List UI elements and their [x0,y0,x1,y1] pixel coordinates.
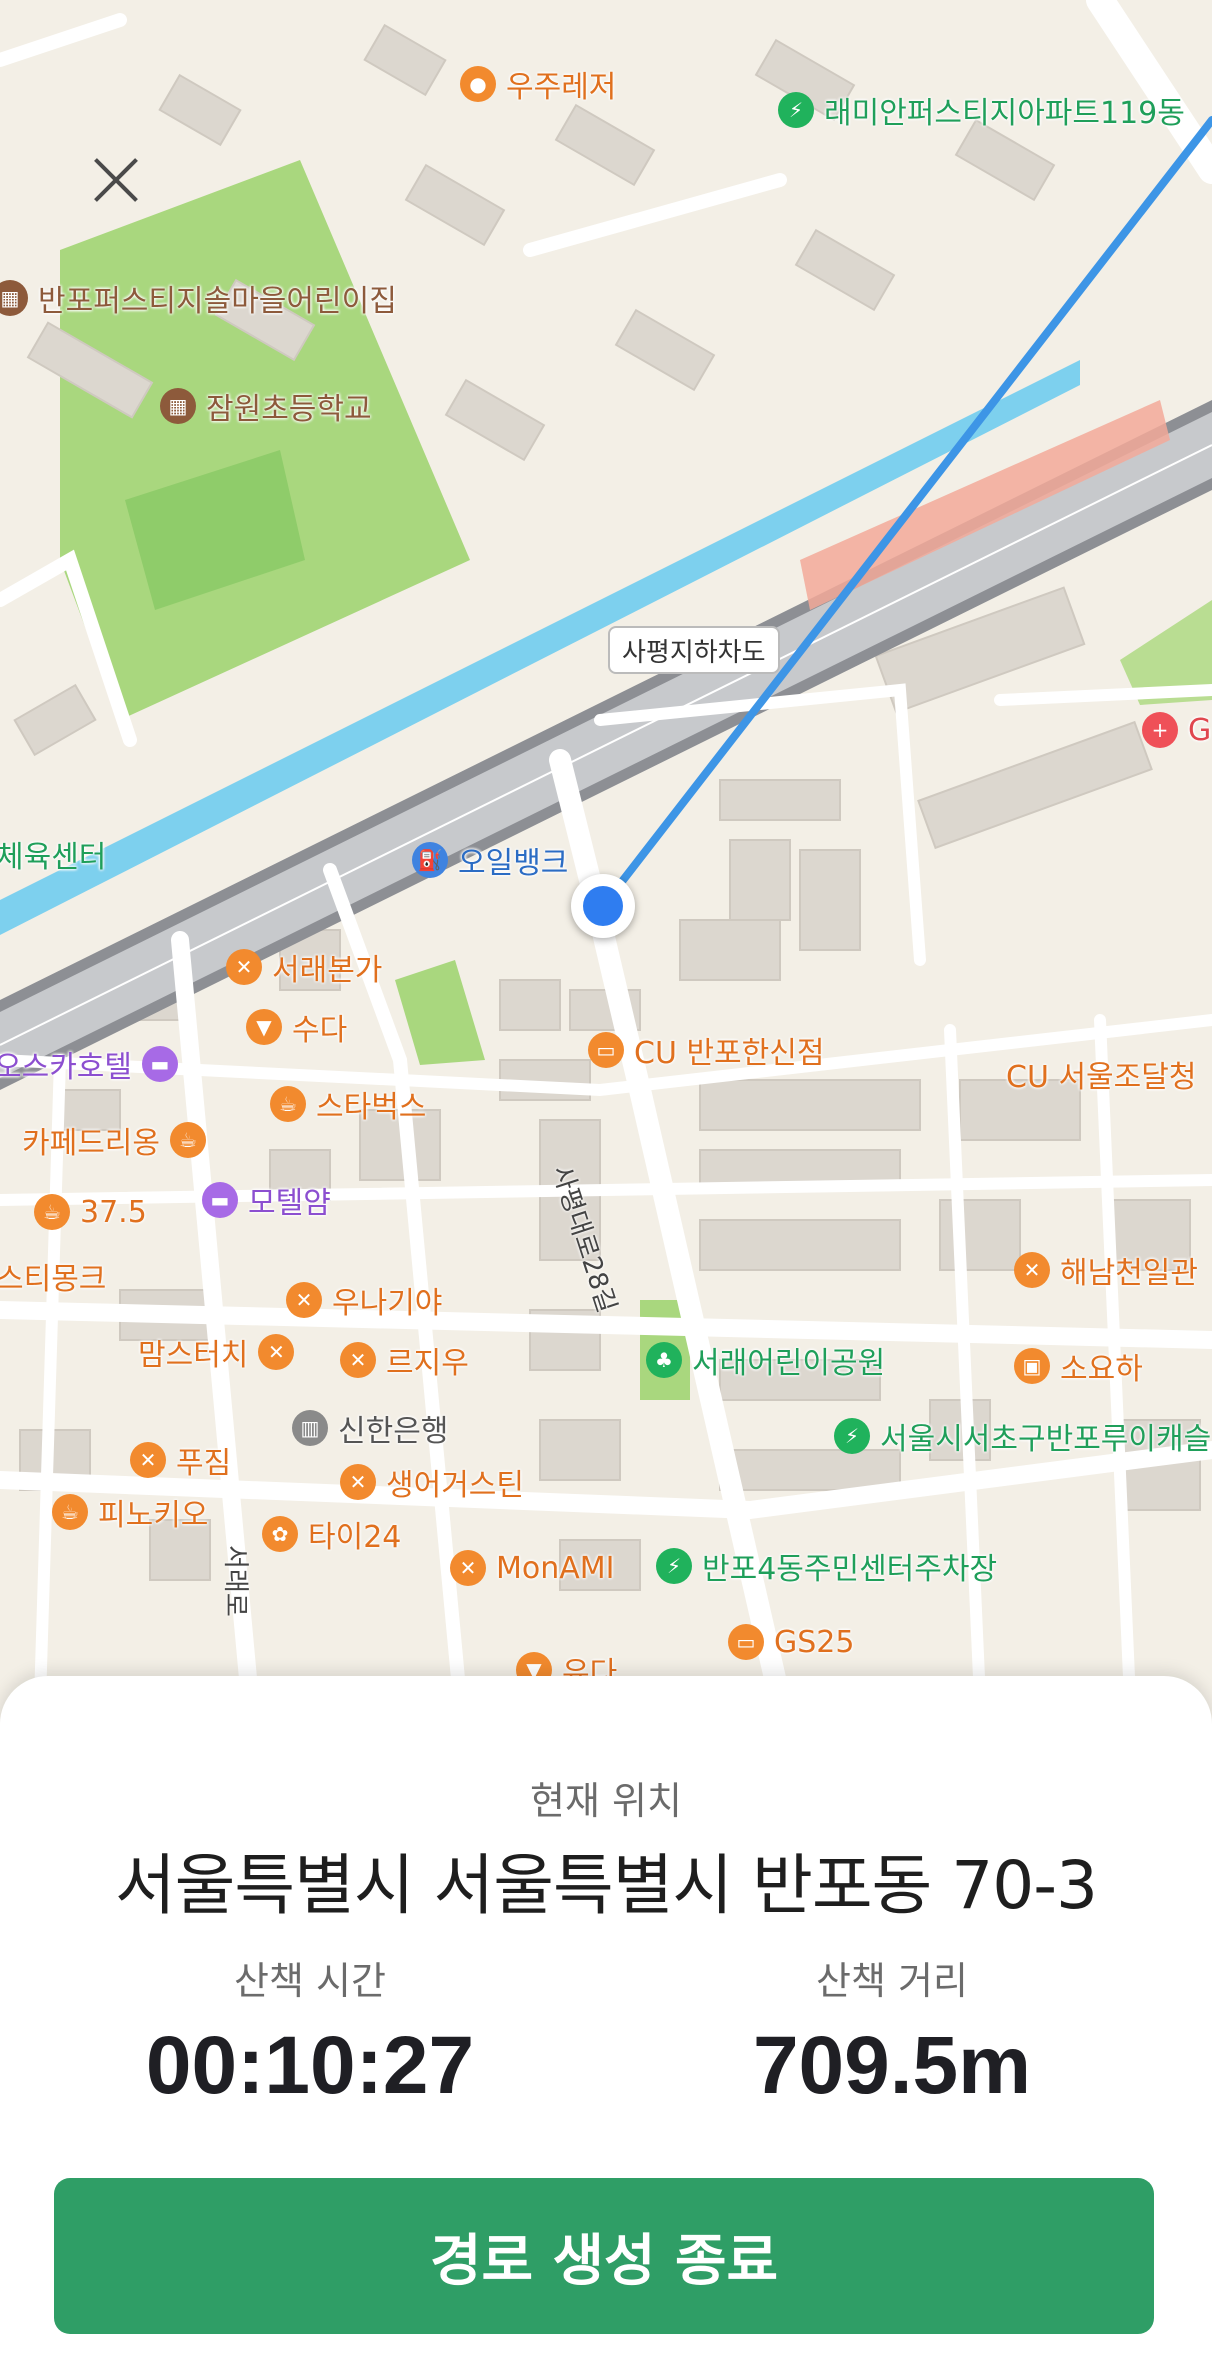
bed-icon: ▬ [142,1046,178,1082]
poi-jamwon-school[interactable]: ▦ 잠원초등학교 [160,384,372,428]
fork-knife-icon: ✕ [450,1550,486,1586]
poi-mamstouch[interactable]: 맘스터치 ✕ [138,1330,295,1374]
poi-woojuleisure[interactable]: ● 우주레저 [460,62,616,106]
end-route-button[interactable]: 경로 생성 종료 [54,2178,1154,2334]
poi-salmon[interactable]: ✕ 생어거스틴 [340,1460,524,1504]
school-icon: ▦ [160,388,196,424]
walk-time-stat: 산책 시간 00:10:27 [30,1950,590,2113]
ev-charge-icon: ⚡ [778,92,814,128]
poi-soyoha[interactable]: ▣ 소요하 [1014,1344,1143,1388]
walk-distance-stat: 산책 거리 709.5m [612,1950,1172,2113]
poi-oska-hotel[interactable]: 오스카호텔 ▬ [0,1042,178,1086]
hospital-icon: + [1142,712,1178,748]
poi-lejiwoo[interactable]: ✕ 르지우 [340,1338,469,1382]
poi-oilbank[interactable]: ⛽ 오일뱅크 [412,838,568,882]
cafe-icon: ☕ [34,1194,70,1230]
poi-sports-center[interactable]: 체육센터 [0,832,106,876]
current-location-label: 현재 위치 [530,1779,682,1823]
poi-banpo4-center[interactable]: ⚡ 반포4동주민센터주차장 [656,1544,997,1588]
cafe-icon: ☕ [52,1494,88,1530]
spa-icon: ✿ [262,1516,298,1552]
poi-pujim[interactable]: ✕ 푸짐 [130,1438,231,1482]
poi-seorae-park[interactable]: ♣ 서래어린이공원 [646,1338,885,1382]
poi-cu-banpo[interactable]: ▭ CU 반포한신점 [588,1028,824,1072]
poi-starbucks[interactable]: ☕ 스타벅스 [270,1082,426,1126]
bed-icon: ▬ [202,1182,238,1218]
poi-cafe-375[interactable]: ☕ 37.5 [34,1194,147,1230]
ball-icon: ● [460,66,496,102]
walk-time-label: 산책 시간 [234,1959,386,2003]
ev-charge-icon: ⚡ [656,1548,692,1584]
poi-motel-yam[interactable]: ▬ 모텔얌 [202,1178,331,1222]
poi-pinocchio[interactable]: ☕ 피노키오 [52,1490,208,1534]
poi-hospital[interactable]: +GI [1142,712,1212,748]
fork-knife-icon: ✕ [258,1334,295,1370]
poi-unagiya[interactable]: ✕ 우나기야 [286,1278,442,1322]
poi-stimonk[interactable]: 스티몽크 [0,1254,106,1298]
shopping-bag-icon: ▣ [1014,1348,1050,1384]
fork-knife-icon: ✕ [340,1464,376,1500]
current-location-marker [571,874,635,938]
fork-knife-icon: ✕ [286,1282,322,1318]
school-icon: ▦ [0,280,28,316]
fork-knife-icon: ✕ [130,1442,166,1478]
poi-cu-seoul[interactable]: CU 서울조달청 [1006,1052,1196,1096]
fork-knife-icon: ✕ [1014,1252,1050,1288]
poi-daycare[interactable]: ▦ 반포퍼스티지솔마을어린이집 [0,276,397,320]
walk-distance-value: 709.5m [752,2020,1032,2111]
gas-station-icon: ⛽ [412,842,448,878]
ev-charge-icon: ⚡ [834,1418,870,1454]
walk-time-value: 00:10:27 [145,2020,475,2111]
bar-icon: ▼ [246,1009,282,1045]
walk-distance-label: 산책 거리 [816,1959,968,2003]
poi-cafe-drio[interactable]: 카페드리옹 ☕ [22,1118,206,1162]
store-icon: ▭ [588,1032,624,1068]
underpass-label: 사평지하차도 [608,626,780,674]
poi-banpo-parking[interactable]: ⚡ 서울시서초구반포루이캐슬 [834,1414,1211,1458]
current-address: 서울특별시 서울특별시 반포동 70-3 [114,1847,1098,1924]
fork-knife-icon: ✕ [226,949,262,985]
cafe-icon: ☕ [170,1122,206,1158]
poi-haenam[interactable]: ✕ 해남천일관 [1014,1248,1198,1292]
poi-monami[interactable]: ✕ MonAMI [450,1550,615,1586]
close-button[interactable] [82,145,152,215]
fork-knife-icon: ✕ [340,1342,376,1378]
street-label-seorae: 서래로 [220,1545,250,1617]
bank-icon: ▥ [292,1410,328,1446]
poi-raemian[interactable]: ⚡ 래미안퍼스티지아파트119동 [778,88,1185,132]
cafe-icon: ☕ [270,1086,306,1122]
poi-tai24[interactable]: ✿ 타이24 [262,1512,401,1556]
bottom-sheet: 현재 위치 서울특별시 서울특별시 반포동 70-3 산책 시간 00:10:2… [0,1676,1212,2380]
tree-icon: ♣ [646,1342,682,1378]
poi-gs25[interactable]: ▭ GS25 [728,1624,854,1660]
store-icon: ▭ [728,1624,764,1660]
map-view[interactable]: 사평지하차도 사평대로28길 서래로 ● 우주레저 ⚡ 래미안퍼스티지아파트119동… [0,0,1212,1700]
poi-suda[interactable]: ▼ 수다 [246,1005,347,1049]
poi-shinhan[interactable]: ▥ 신한은행 [292,1406,448,1450]
poi-seorae-bonga[interactable]: ✕ 서래본가 [226,945,382,989]
